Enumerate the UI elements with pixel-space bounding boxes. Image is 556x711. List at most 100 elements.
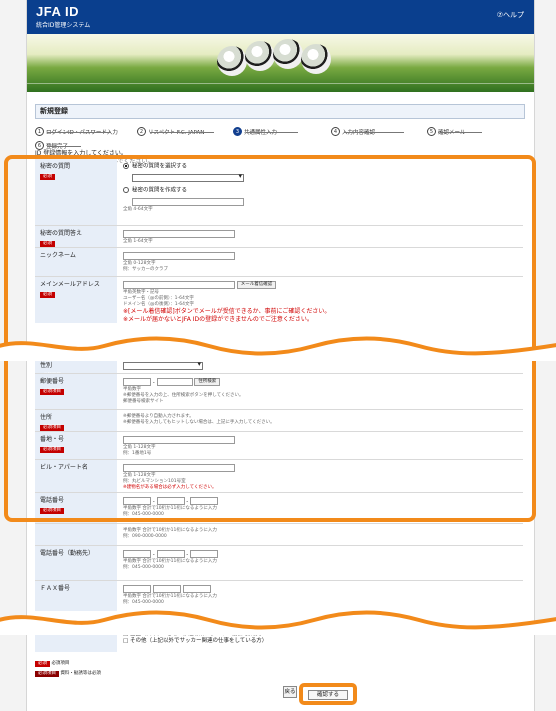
work-phone-first-input[interactable] [123, 550, 151, 558]
building-row: ビル・アパート名 全角 1-128文字 例：丸ビルマンション101号室 ※建物名があ… [35, 459, 523, 492]
select-secret-question-option[interactable]: 秘密の質問を選択する [123, 163, 517, 171]
main-email-input[interactable] [123, 281, 235, 289]
fax-value-cell: 半角数字 合計で10桁か11桁になるように入力 例：045-000-0000 [117, 581, 523, 611]
affiliation-value-cell: □ 全国（日本）・地域・都道府県フットサル協会 役職員 □ その他（上記以外でサッ… [117, 627, 523, 652]
email-warning: ※メールが届かないとJFA IDの登録ができませんのでご注意ください。 [123, 315, 313, 323]
phone-first-input[interactable] [123, 497, 151, 505]
mobile-value-cell: 半角数字 合計で10桁か11桁になるように入力 例：090-0000-0000 [117, 524, 523, 545]
selected-radio-icon[interactable] [123, 163, 129, 169]
radio-icon[interactable] [123, 187, 129, 193]
required-badge: 必須 [40, 292, 55, 298]
fax-third-input[interactable] [182, 585, 211, 593]
address-number-label-cell: 番地・号 必須項目 [35, 432, 117, 459]
gender-row: 性別必須項目 [35, 357, 523, 379]
building-input[interactable] [123, 464, 235, 472]
soccer-ball-icon [273, 39, 303, 69]
fax-row: ＦＡＸ番号 半角数字 合計で10桁か11桁になるように入力 例：045-000-0… [35, 580, 523, 611]
required-badge: 必須 [35, 661, 50, 667]
required-badge: 必須項目 [40, 447, 64, 453]
secret-question-select[interactable] [132, 173, 244, 182]
other-soccer-work-checkbox[interactable]: □ その他（上記以外でサッカー関連の仕事をしている方） [123, 638, 517, 645]
step-number: 1 [35, 127, 44, 136]
confirm-button-highlight[interactable]: 確認する [299, 683, 357, 705]
work-phone-row: 電話番号（勤務先） - - 半角数字 合計で10桁か11桁になるように入力 例：0… [35, 545, 523, 580]
postal-code-second-input[interactable] [156, 378, 193, 386]
secret-answer-note: 全角 1-64文字 [123, 238, 153, 244]
phone-example: 例：045-000-0000 [123, 511, 164, 517]
soccer-field-banner [27, 34, 534, 92]
email-check-button[interactable]: メール着信確認 [236, 281, 277, 289]
secret-question-note: 全角 4-64文字 [123, 207, 153, 212]
secret-answer-value-cell: 全角 1-64文字 [117, 226, 523, 247]
secret-question-label-cell: 秘密の質問 必須 [35, 159, 117, 225]
building-label: ビル・アパート名 [40, 464, 88, 471]
email-label: メインメールアドレス [40, 281, 100, 288]
custom-secret-question-input[interactable] [132, 197, 244, 206]
futsal-affiliation-checkbox[interactable]: □ 全国（日本）・地域・都道府県フットサル協会 役職員 [123, 631, 517, 638]
back-button[interactable]: 戻る [283, 686, 297, 698]
fax-example: 例：045-000-0000 [123, 599, 164, 605]
email-value-cell: メール着信確認 半角英数字・記号 ユーザー名（@の前側）：1-64文字 ドメイン… [117, 277, 523, 323]
registration-step-progress: 1ログインID・パスワード入力 2リスペクト F.C. JAPAN 3共通属性入… [35, 121, 525, 150]
work-phone-example: 例：045-000-0000 [123, 564, 164, 570]
step-connector [344, 132, 404, 133]
confirm-button[interactable]: 確認する [308, 690, 348, 700]
step-connector [150, 132, 214, 133]
fax-label-cell: ＦＡＸ番号 [35, 581, 117, 611]
soccer-ball-icon [301, 44, 331, 74]
page-title: 新規登録 [35, 104, 525, 119]
phone-value-cell: - - 半角数字 合計で10桁か11桁になるように入力 例：045-000-000… [117, 493, 523, 523]
fax-label: ＦＡＸ番号 [40, 585, 71, 592]
phone-label: 電話番号 [40, 497, 65, 504]
phone-dash: - [152, 498, 155, 505]
fax-second-input[interactable] [152, 585, 181, 593]
gender-label: 性別 [40, 362, 53, 369]
jfa-id-registration-page: JFA ID 統合ID管理システム ⑦ヘルプ 新規登録 1ログインID・パスワー… [0, 0, 556, 711]
phone-label-cell: 電話番号 必須項目 [35, 493, 117, 523]
gender-label-cell: 性別必須項目 [35, 358, 117, 379]
mobile-example: 例：090-0000-0000 [123, 534, 167, 539]
create-secret-question-option[interactable]: 秘密の質問を作成する [123, 187, 517, 195]
work-phone-label: 電話番号（勤務先） [40, 550, 95, 557]
affiliation-row: □ 全国（日本）・地域・都道府県フットサル協会 役職員 □ その他（上記以外でサッ… [35, 626, 523, 652]
nickname-example: 例：サッカーのクラブ [123, 266, 168, 272]
phone-row: 電話番号 必須項目 - - 半角数字 合計で10桁か11桁になるように入力 例：04… [35, 492, 523, 523]
required-legend-text: 必須項目 [51, 661, 70, 666]
address-label-cell: 住所 必須項目 [35, 410, 117, 431]
affiliation-label-cell [35, 627, 117, 652]
nickname-input[interactable] [123, 252, 235, 260]
address-number-input[interactable] [123, 436, 235, 444]
address-number-label: 番地・号 [40, 436, 65, 443]
gender-select[interactable] [123, 361, 203, 370]
work-phone-second-input[interactable] [156, 550, 185, 558]
fax-first-input[interactable] [123, 585, 151, 593]
work-phone-third-input[interactable] [190, 550, 218, 558]
email-label-cell: メインメールアドレス 必須 [35, 277, 117, 323]
secret-question-row: 秘密の質問必須 秘密の質問を選択する 秘密の質問を作成する 全角 4-64文字 [35, 158, 523, 225]
secret-answer-row: 秘密の質問答え 必須 全角 1-64文字 [35, 225, 523, 247]
address-search-button[interactable]: 住所検索 [194, 378, 221, 386]
logo-title: JFA ID [36, 4, 79, 19]
address-number-example: 例：1番地1号 [123, 450, 152, 456]
step-connector [440, 132, 482, 133]
step-number: 6 [35, 141, 44, 150]
top-navigation-bar: JFA ID 統合ID管理システム ⑦ヘルプ [27, 0, 534, 34]
postal-search-site-link[interactable]: 郵便番号検索サイト [123, 399, 517, 405]
address-number-row: 番地・号 必須項目 全角 1-128文字 例：1番地1号 [35, 431, 523, 459]
phone-third-input[interactable] [190, 497, 218, 505]
postal-code-label-cell: 郵便番号 必須項目 [35, 374, 117, 409]
jfa-id-logo: JFA ID 統合ID管理システム [36, 4, 90, 29]
phone-dash: - [186, 498, 189, 505]
phone-second-input[interactable] [156, 497, 185, 505]
help-link[interactable]: ⑦ヘルプ [497, 10, 524, 20]
soccer-ball-icon [245, 41, 275, 71]
required-badge: 必須項目 [40, 389, 64, 395]
work-phone-dash: - [186, 551, 189, 558]
postal-code-label: 郵便番号 [40, 378, 65, 385]
address-manual-note: ※郵便番号を入力してもヒットしない場合は、上記に手入力してください。 [123, 420, 275, 425]
banner-field-line [27, 83, 534, 84]
secret-answer-input[interactable] [123, 230, 235, 238]
postal-code-first-input[interactable] [123, 378, 151, 386]
mobile-label-cell [35, 524, 117, 545]
nickname-label: ニックネーム [40, 252, 76, 259]
